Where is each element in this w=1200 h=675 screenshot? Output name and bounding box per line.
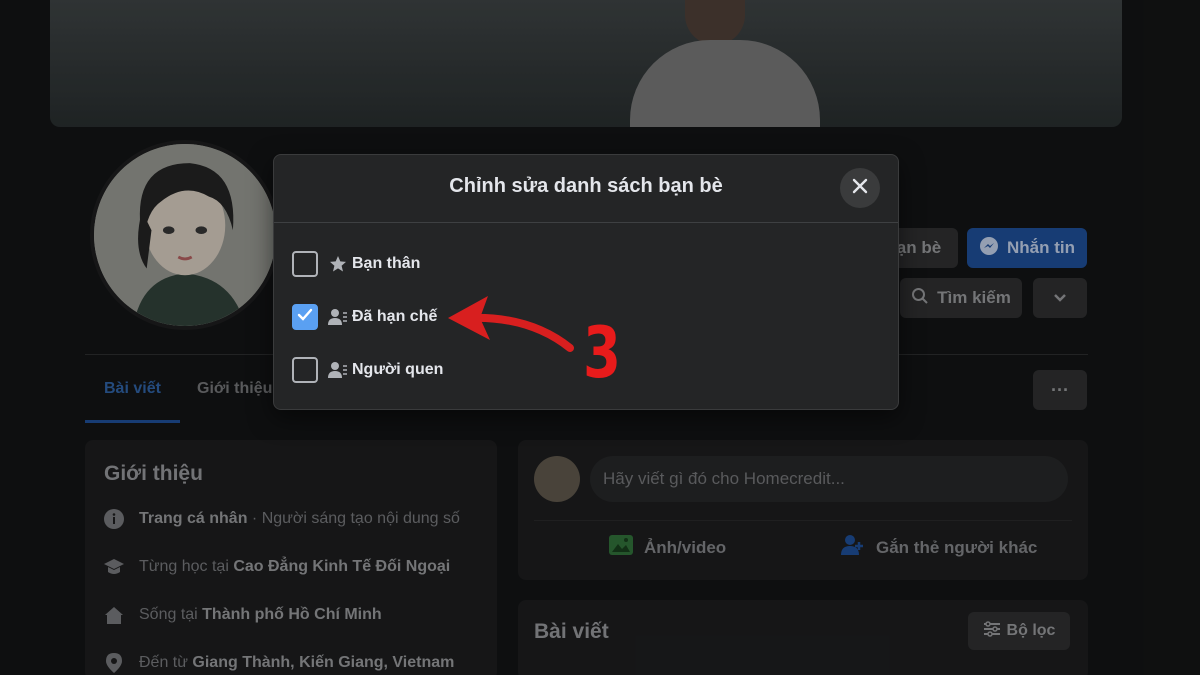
checkmark-icon	[297, 308, 313, 327]
option-label-restricted: Đã hạn chế	[352, 308, 438, 325]
close-button[interactable]	[840, 168, 880, 208]
close-icon	[852, 178, 868, 199]
option-label-acquaintances: Người quen	[352, 361, 444, 378]
dialog-divider	[274, 222, 898, 223]
option-close-friends[interactable]: Bạn thân	[292, 251, 420, 277]
option-acquaintances[interactable]: Người quen	[292, 357, 443, 383]
option-label-close-friends: Bạn thân	[352, 255, 421, 272]
checkbox-close-friends[interactable]	[292, 251, 318, 277]
annotation-arrow-icon	[448, 296, 574, 352]
dialog-title: Chỉnh sửa danh sách bạn bè	[449, 175, 723, 197]
checkbox-restricted[interactable]	[292, 304, 318, 330]
checkbox-acquaintances[interactable]	[292, 357, 318, 383]
step-number-annotation: 3	[583, 312, 622, 394]
star-icon	[328, 254, 348, 274]
option-restricted[interactable]: Đã hạn chế	[292, 304, 437, 330]
friend-list-icon	[328, 360, 348, 380]
friend-list-icon	[328, 307, 348, 327]
facebook-profile-page: ạn bè Nhắn tin Tìm kiếm Bài viết Giới th…	[0, 0, 1200, 675]
